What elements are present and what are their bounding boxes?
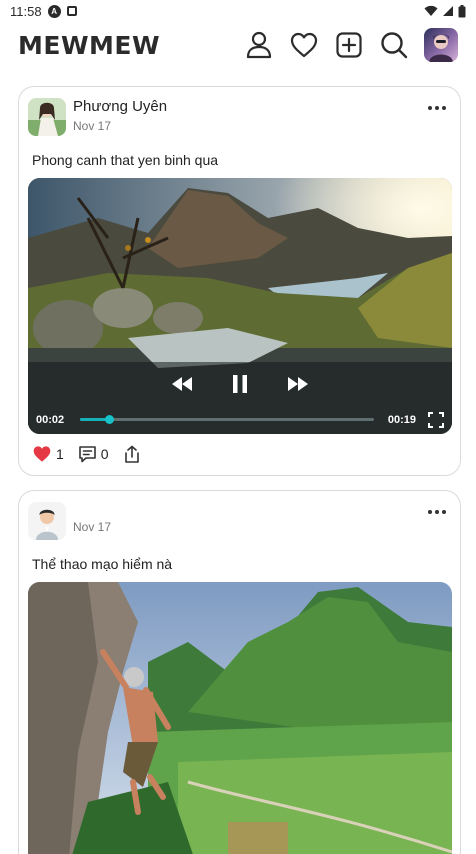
favorites-button[interactable] [289, 30, 319, 60]
video-playback-buttons [28, 372, 452, 396]
battery-icon [458, 4, 466, 17]
post-author[interactable]: Phương Uyên [73, 97, 167, 116]
heart-icon [290, 32, 318, 58]
more-options-button[interactable] [423, 97, 451, 119]
search-icon [381, 32, 408, 59]
video-duration: 00:19 [387, 414, 416, 426]
app-title: MEWMEW [18, 30, 161, 60]
status-time: 11:58 [10, 3, 42, 19]
post-header: Phương Uyên Nov 17 [28, 97, 451, 137]
app-bar: MEWMEW [0, 22, 476, 68]
comment-button[interactable]: 0 [78, 445, 109, 463]
more-options-button[interactable] [423, 501, 451, 523]
climbing-photo [28, 582, 452, 854]
video-elapsed-time: 00:02 [36, 414, 65, 426]
post-card: Nov 17 Thể thao mạo hiểm nà [18, 490, 461, 854]
video-player[interactable]: 00:02 00:19 [28, 178, 452, 434]
video-controls: 00:02 00:19 [28, 362, 452, 434]
like-button[interactable]: 1 [32, 445, 64, 463]
like-count: 1 [56, 446, 64, 462]
video-seek-bar[interactable] [80, 415, 374, 424]
add-post-button[interactable] [334, 30, 364, 60]
heart-filled-icon [33, 446, 51, 462]
post-meta: Phương Uyên Nov 17 [73, 97, 167, 133]
profile-button[interactable] [244, 30, 274, 60]
pause-icon [233, 375, 247, 393]
post-actions: 1 0 [32, 443, 451, 465]
video-seek-thumb[interactable] [105, 415, 115, 424]
app-actions [244, 28, 458, 62]
notification-a-icon: A [47, 4, 61, 18]
rewind-button[interactable] [170, 372, 194, 396]
profile-icon [246, 31, 272, 59]
post-header: Nov 17 [28, 501, 451, 541]
post-date: Nov 17 [73, 119, 112, 133]
post-card: Phương Uyên Nov 17 Phong canh that yen b… [18, 86, 461, 476]
comment-count: 0 [100, 446, 109, 462]
add-post-icon [336, 32, 362, 58]
notification-square-icon [66, 6, 77, 16]
fast-forward-button[interactable] [286, 372, 310, 396]
post-meta: Nov 17 [73, 501, 111, 534]
signal-icon [443, 6, 453, 16]
fullscreen-button[interactable] [428, 412, 444, 428]
post-caption: Thể thao mạo hiểm nà [32, 556, 173, 572]
feed: Phương Uyên Nov 17 Phong canh that yen b… [18, 86, 461, 854]
post-image[interactable] [28, 582, 452, 854]
share-button[interactable] [123, 445, 141, 464]
wifi-icon [424, 5, 438, 16]
share-icon [124, 445, 139, 463]
author-avatar[interactable] [28, 98, 66, 136]
fast-forward-icon [288, 377, 308, 391]
author-avatar[interactable] [28, 502, 66, 540]
post-caption: Phong canh that yen binh qua [32, 152, 219, 168]
user-avatar[interactable] [424, 28, 458, 62]
comment-icon [78, 446, 96, 463]
pause-button[interactable] [228, 372, 252, 396]
fullscreen-icon [428, 412, 444, 428]
rewind-icon [172, 377, 192, 391]
post-date: Nov 17 [73, 520, 112, 534]
search-button[interactable] [379, 30, 409, 60]
status-bar: 11:58 A [0, 0, 476, 22]
